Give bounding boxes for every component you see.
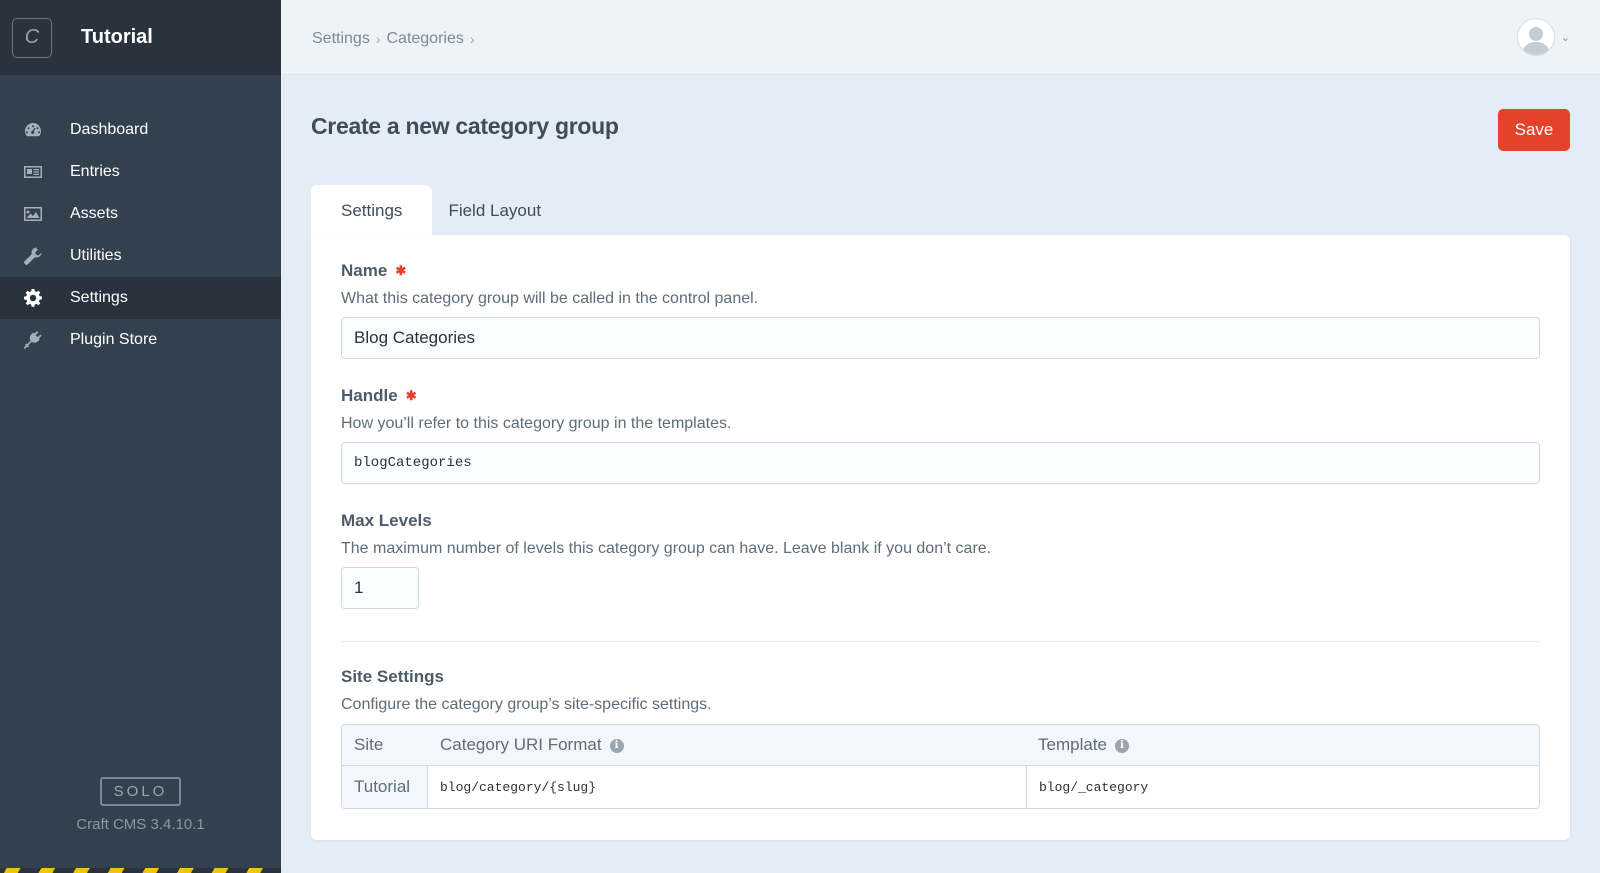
nav-item-utilities[interactable]: Utilities [0,235,281,277]
nav-item-dashboard[interactable]: Dashboard [0,109,281,151]
save-button[interactable]: Save [1498,109,1570,151]
site-settings-instructions: Configure the category group’s site-spec… [341,696,712,713]
info-icon[interactable]: i [609,738,624,753]
dev-mode-stripe [0,868,281,873]
breadcrumb-separator: › [469,31,475,47]
uri-format-input[interactable]: blog/category/{slug} [428,766,1026,808]
nav-label: Dashboard [70,121,149,138]
nav-item-settings[interactable]: Settings [0,277,281,319]
site-settings-label: Site Settings [341,667,444,686]
template-input[interactable]: blog/_category [1026,766,1539,808]
edition-badge[interactable]: SOLO [99,777,182,806]
app-version: Craft CMS 3.4.10.1 [76,816,205,833]
account-menu[interactable]: ⌄ [1516,18,1570,56]
required-indicator: ✱ [395,263,407,278]
table-row: Tutorial blog/category/{slug} blog/_cate… [342,766,1539,808]
entries-icon [22,161,44,183]
info-icon[interactable]: i [1114,738,1129,753]
tab-settings[interactable]: Settings [311,185,433,236]
nav-item-plugin-store[interactable]: Plugin Store [0,319,281,361]
breadcrumb: Settings › Categories › [312,30,481,48]
column-header-uri-format: Category URI Format i [428,725,1026,766]
page-title: Create a new category group [311,113,619,139]
name-field: Name ✱ What this category group will be … [341,261,1540,359]
main-nav: Dashboard Entries Assets Utilities Setti… [0,109,281,361]
name-input[interactable] [341,317,1540,359]
name-label: Name ✱ [341,261,1540,281]
handle-label: Handle ✱ [341,386,1540,406]
handle-label-text: Handle [341,386,398,405]
nav-label: Entries [70,163,120,180]
wrench-icon [22,245,44,267]
user-icon [1521,27,1550,55]
name-label-text: Name [341,261,388,280]
column-header-template: Template i [1026,725,1539,766]
divider [341,641,1540,642]
nav-item-assets[interactable]: Assets [0,193,281,235]
max-levels-instructions: The maximum number of levels this catego… [341,540,992,557]
breadcrumb-settings[interactable]: Settings [312,30,370,48]
nav-label: Assets [70,205,119,222]
dashboard-icon [22,119,44,141]
breadcrumb-separator: › [375,31,381,47]
sidebar: C Tutorial Dashboard Entries Assets Util… [0,0,281,873]
max-levels-input[interactable] [341,567,419,609]
edition-info: SOLO Craft CMS 3.4.10.1 [0,777,281,833]
avatar[interactable] [1516,18,1555,56]
chevron-down-icon: ⌄ [1560,31,1570,44]
column-header-template-text: Template [1038,735,1107,754]
column-header-uri-format-text: Category URI Format [440,735,602,754]
max-levels-field: Max Levels The maximum number of levels … [341,511,1540,609]
tab-field-layout[interactable]: Field Layout [432,185,557,236]
breadcrumb-categories[interactable]: Categories [386,30,463,48]
assets-icon [22,203,44,225]
nav-item-entries[interactable]: Entries [0,151,281,193]
nav-label: Settings [70,289,128,306]
craft-logo[interactable]: C [12,17,52,58]
settings-panel: Name ✱ What this category group will be … [311,235,1570,840]
handle-input[interactable] [341,442,1540,484]
plug-icon [22,329,44,351]
table-header-row: Site Category URI Format i Template i [342,725,1539,766]
gear-icon [22,287,44,309]
site-header: C Tutorial [0,0,281,75]
top-bar: Settings › Categories › ⌄ [281,0,1600,75]
required-indicator: ✱ [405,388,417,403]
site-settings-field: Site Settings Configure the category gro… [341,667,1540,809]
tab-bar: Settings Field Layout [311,185,557,236]
handle-instructions: How you’ll refer to this category group … [341,415,732,432]
max-levels-label: Max Levels [341,511,432,530]
site-cell: Tutorial [342,766,428,808]
nav-label: Plugin Store [70,331,158,348]
column-header-site: Site [342,725,428,766]
site-settings-table: Site Category URI Format i Template i Tuto… [341,724,1540,809]
name-instructions: What this category group will be called … [341,290,759,307]
handle-field: Handle ✱ How you’ll refer to this catego… [341,386,1540,484]
nav-label: Utilities [70,247,122,264]
site-name[interactable]: Tutorial [81,26,153,49]
